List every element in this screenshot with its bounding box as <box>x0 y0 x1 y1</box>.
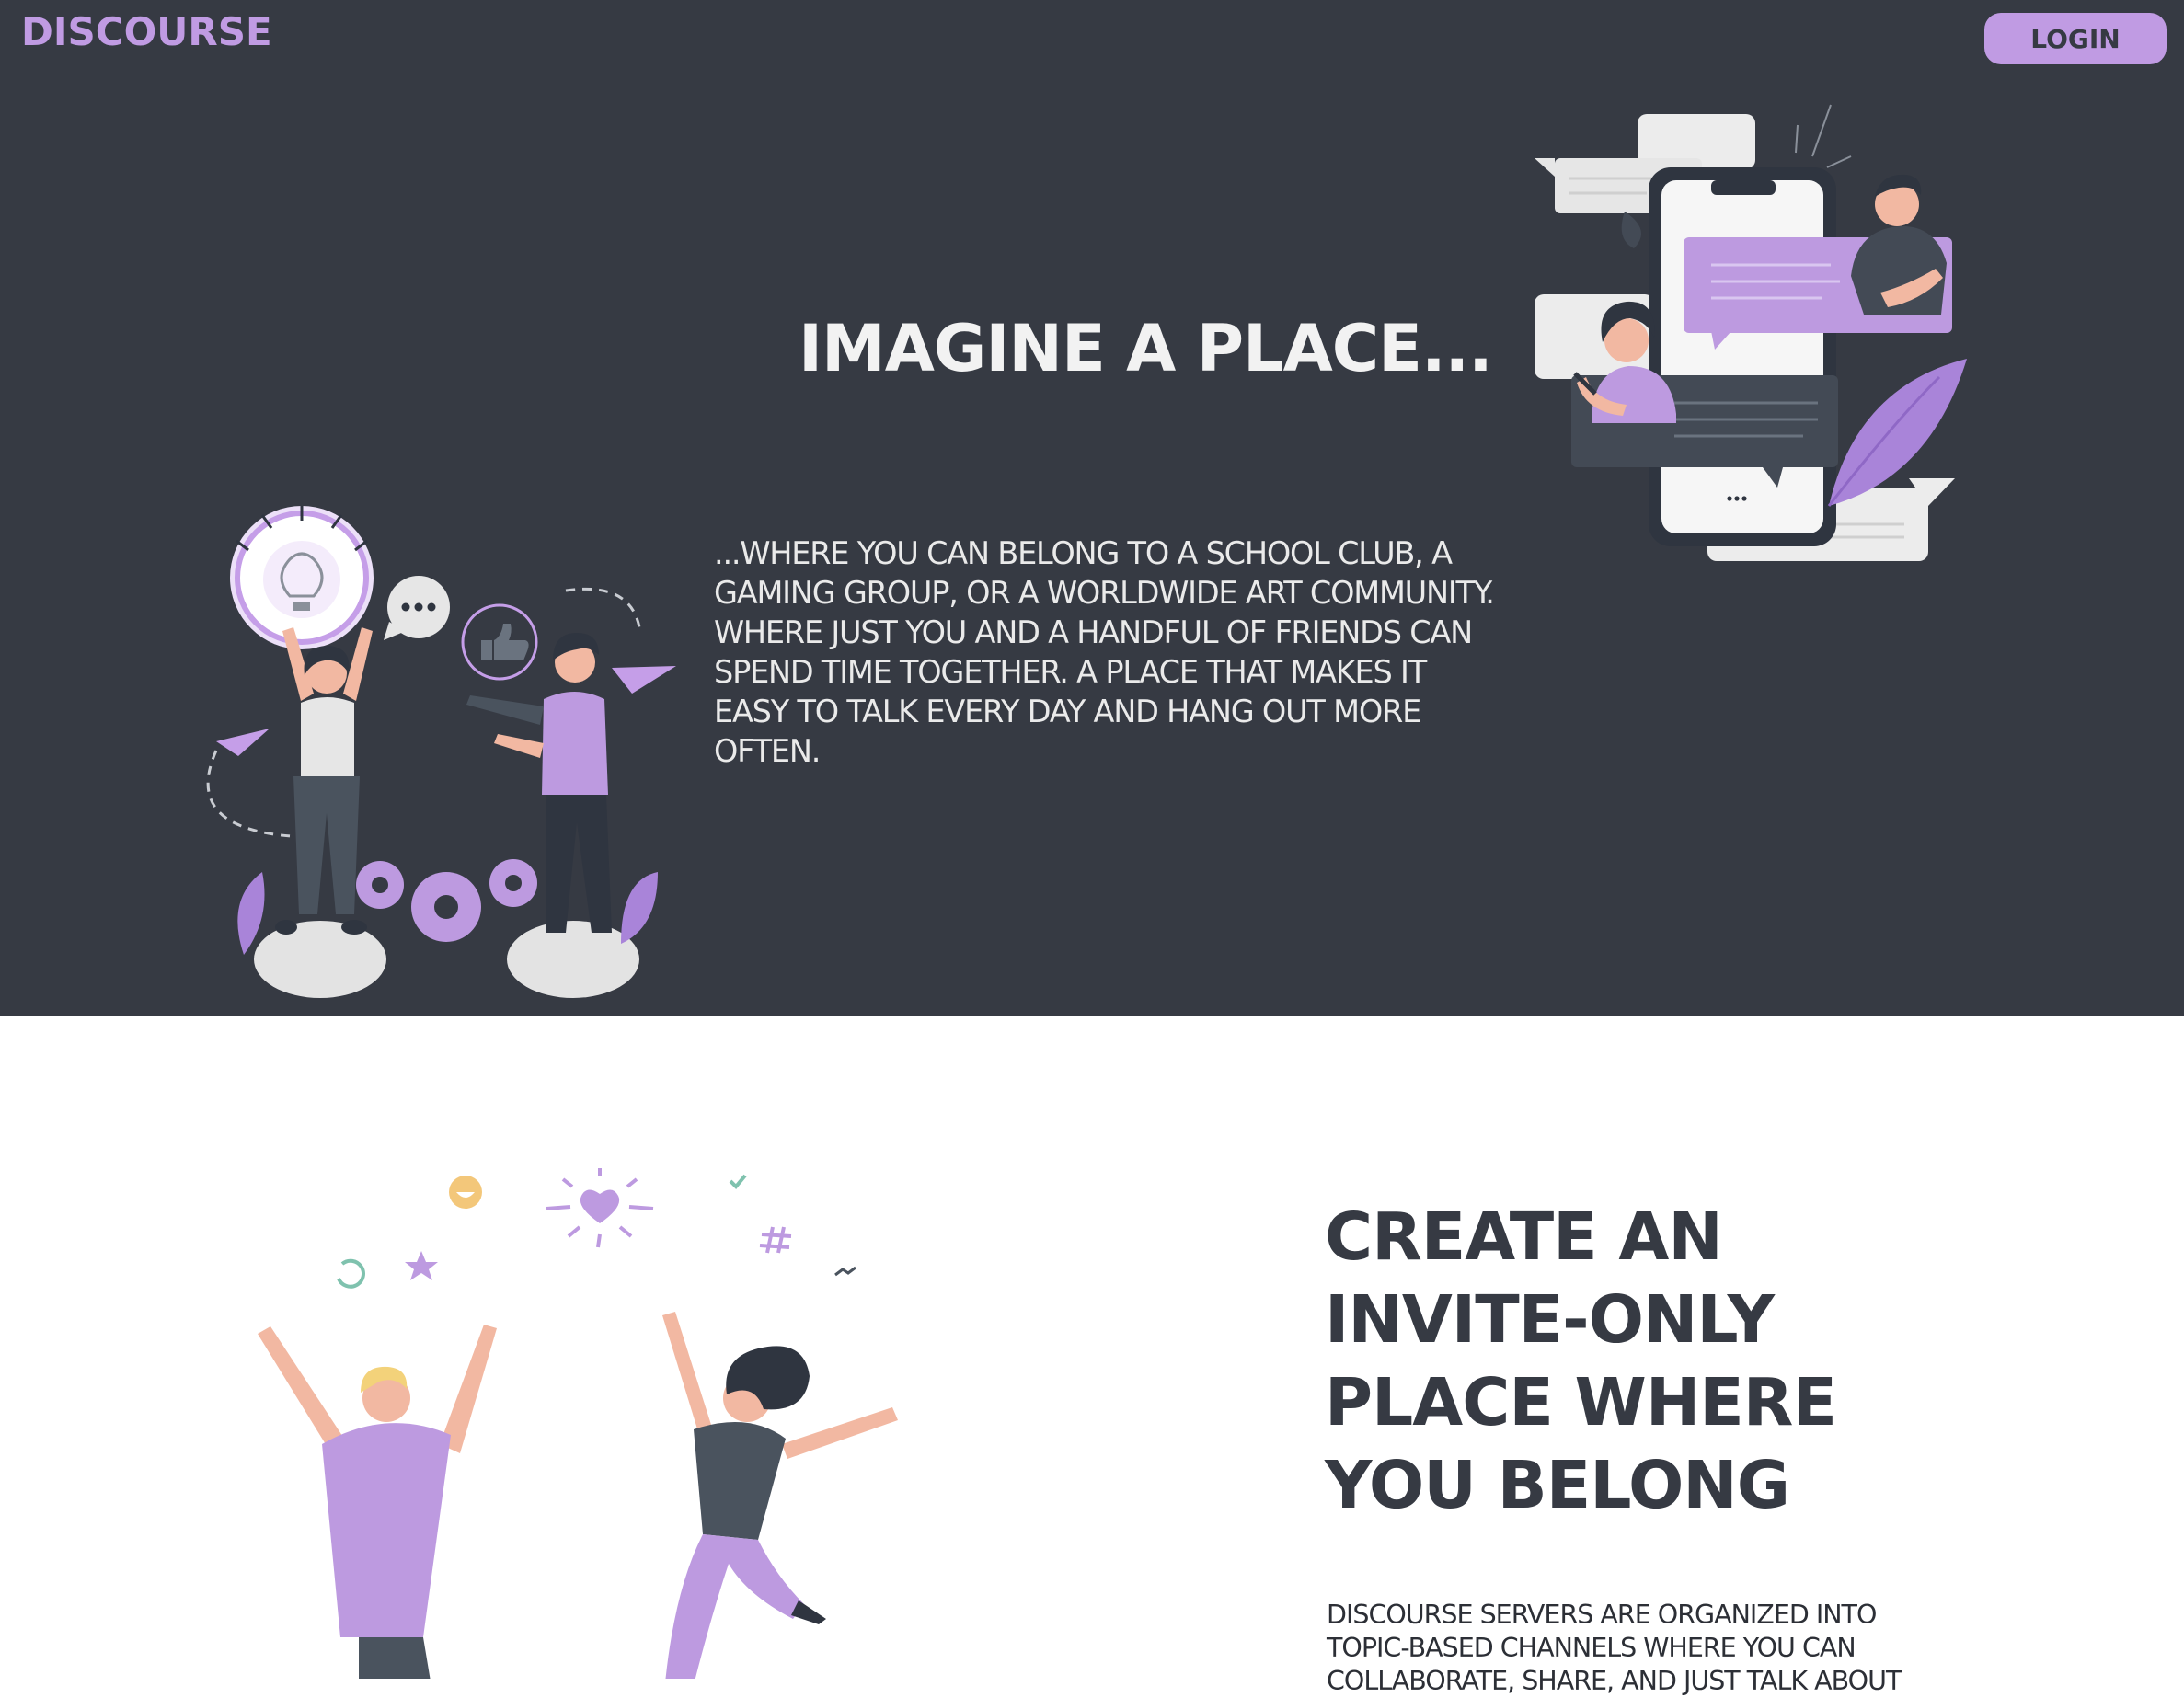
heart-icon <box>546 1168 654 1248</box>
hero-section: DISCOURSE LOGIN IMAGINE A PLACE... ...WH… <box>0 0 2184 1016</box>
lightbulb-icon <box>230 506 374 649</box>
hashtag-icon <box>759 1226 792 1254</box>
chat-bubble-icon <box>384 576 450 640</box>
section-description: DISCOURSE SERVERS ARE ORGANIZED INTO TOP… <box>1327 1600 1902 1696</box>
phone-chat-illustration <box>1535 104 1967 561</box>
check-icon <box>729 1174 747 1189</box>
celebration-illustration <box>258 1168 898 1679</box>
hero-description: ...WHERE YOU CAN BELONG TO A SCHOOL CLUB… <box>714 535 1495 769</box>
section-title: CREATE AN INVITE-ONLY PLACE WHERE YOU BE… <box>1325 1199 1837 1523</box>
star-icon <box>405 1251 438 1280</box>
login-button[interactable]: LOGIN <box>1984 13 2167 64</box>
hero-title: IMAGINE A PLACE... <box>799 311 1493 386</box>
brand-logo[interactable]: DISCOURSE <box>21 9 272 54</box>
thumbs-up-icon <box>461 603 538 681</box>
phone-icon <box>1649 167 1836 546</box>
gear-icon <box>356 859 537 942</box>
team-idea-illustration <box>206 506 676 998</box>
